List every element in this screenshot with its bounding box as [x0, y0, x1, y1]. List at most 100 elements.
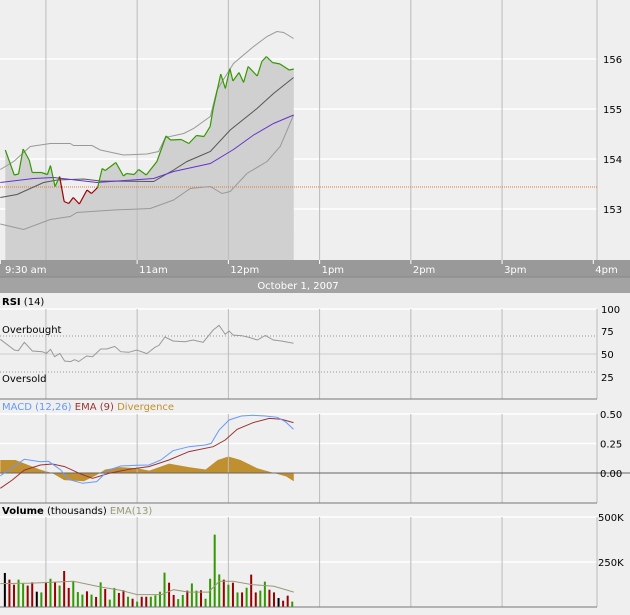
date-label: October 1, 2007 — [257, 281, 338, 292]
volume-bar — [54, 581, 57, 607]
macd-legend-ema: EMA (9) — [72, 402, 114, 413]
volume-bar — [149, 596, 152, 607]
rsi-title: RSI (14) — [2, 297, 44, 308]
volume-bar — [200, 590, 203, 607]
price-tick-label: 156 — [603, 55, 622, 66]
volume-bar — [131, 598, 134, 607]
volume-bar — [72, 581, 75, 607]
rsi-tick-label: 50 — [601, 350, 614, 361]
volume-bar — [190, 583, 193, 607]
volume-bar — [204, 598, 207, 607]
time-tick-label: 2pm — [413, 265, 435, 276]
time-tick-label: 3pm — [504, 265, 526, 276]
volume-bar — [90, 594, 93, 607]
macd-legend-divergence: Divergence — [114, 402, 174, 413]
oversold-label: Oversold — [2, 374, 47, 385]
volume-bar — [282, 600, 285, 607]
volume-bar — [177, 599, 180, 607]
background — [0, 0, 630, 615]
volume-bar — [117, 592, 120, 607]
rsi-title-bold: RSI — [2, 297, 21, 308]
volume-bar — [272, 592, 275, 607]
volume-bar — [236, 592, 239, 607]
volume-bar — [250, 574, 253, 607]
volume-bar — [140, 596, 143, 607]
volume-bar — [99, 582, 102, 607]
price-tick-label: 155 — [603, 105, 622, 116]
volume-bar — [213, 534, 216, 607]
volume-bar — [3, 572, 6, 607]
volume-bar — [222, 579, 225, 607]
volume-bar — [231, 582, 234, 607]
price-tick-label: 153 — [603, 205, 622, 216]
macd-tick-label: 0.25 — [600, 440, 622, 451]
rsi-tick-label: 25 — [601, 373, 614, 384]
volume-bar — [26, 585, 29, 607]
volume-bar — [49, 578, 52, 607]
volume-bar — [186, 590, 189, 607]
stock-chart: 156 155 154 153 October 1, 2007 9:30 am 11am… — [0, 0, 630, 615]
volume-bar — [195, 590, 198, 607]
volume-bar — [63, 571, 66, 607]
volume-bar — [209, 578, 212, 607]
volume-bar — [218, 574, 221, 607]
macd-tick-label: 0.00 — [600, 469, 622, 480]
volume-bar — [58, 585, 61, 607]
volume-title-units: (thousands) — [44, 506, 107, 517]
volume-bar — [277, 598, 280, 607]
rsi-title-params: (14) — [21, 297, 45, 308]
volume-bar — [31, 582, 34, 607]
volume-bar — [254, 592, 257, 607]
volume-bar — [136, 601, 139, 607]
volume-tick-label: 250K — [598, 558, 624, 569]
volume-title: Volume (thousands) EMA(13) — [2, 506, 152, 517]
volume-bar — [12, 584, 15, 607]
volume-bar — [76, 592, 79, 607]
volume-bar — [122, 590, 125, 607]
volume-bar — [67, 587, 70, 607]
volume-bar — [35, 591, 38, 607]
time-tick-label: 12pm — [230, 265, 259, 276]
volume-bar — [163, 572, 166, 607]
volume-tick-label: 500K — [598, 513, 624, 524]
macd-legend: MACD (12,26) EMA (9) Divergence — [2, 402, 174, 413]
volume-bar — [158, 591, 161, 607]
volume-bar — [172, 594, 175, 607]
time-tick-label: 1pm — [322, 265, 344, 276]
volume-bar — [95, 596, 98, 607]
volume-legend-ema: EMA(13) — [107, 506, 153, 517]
volume-title-bold: Volume — [2, 506, 44, 517]
volume-bar — [85, 591, 88, 607]
volume-bar — [104, 589, 107, 607]
macd-tick-label: 0.50 — [600, 410, 622, 421]
volume-bar — [268, 589, 271, 607]
volume-bar — [291, 601, 294, 607]
volume-bar — [81, 594, 84, 607]
time-tick-label: 9:30 am — [5, 265, 47, 276]
volume-bar — [154, 595, 157, 607]
time-tick-label: 11am — [139, 265, 168, 276]
price-line-segment — [170, 138, 182, 141]
price-tick-label: 154 — [603, 155, 622, 166]
volume-bar — [227, 584, 230, 607]
volume-bar — [245, 587, 248, 607]
volume-bar — [108, 599, 111, 607]
volume-bar — [286, 595, 289, 607]
volume-bar — [40, 592, 43, 607]
rsi-tick-label: 75 — [601, 327, 614, 338]
time-axis-bar — [0, 260, 630, 277]
volume-bar — [241, 592, 244, 607]
volume-bar — [145, 596, 148, 607]
time-axis: October 1, 2007 9:30 am 11am 12pm 1pm 2pm 3pm… — [0, 260, 630, 293]
volume-bar — [181, 594, 184, 607]
time-tick-label: 4pm — [595, 265, 617, 276]
volume-bar — [259, 590, 262, 607]
volume-bar — [44, 583, 47, 607]
volume-bar — [113, 587, 116, 607]
volume-bar — [168, 582, 171, 607]
overbought-label: Overbought — [2, 325, 62, 336]
volume-bar — [127, 596, 130, 607]
rsi-tick-label: 100 — [601, 305, 620, 316]
macd-legend-macd: MACD (12,26) — [2, 402, 72, 413]
volume-bar — [22, 583, 25, 607]
